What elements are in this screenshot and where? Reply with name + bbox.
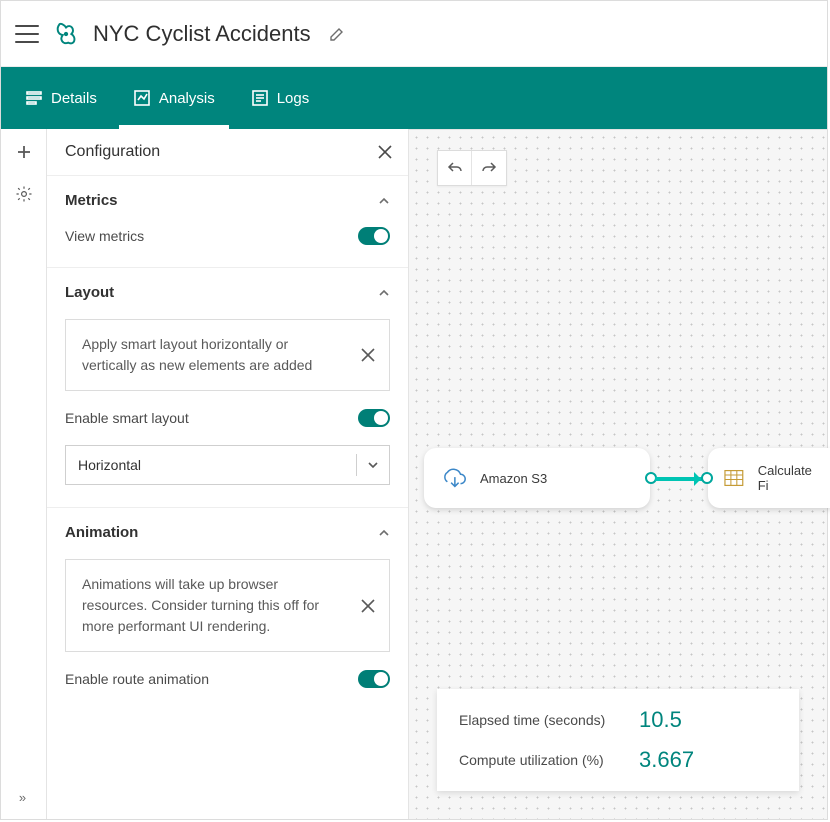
side-rail: » [1, 129, 47, 819]
tab-details-label: Details [51, 90, 97, 107]
connection-edge[interactable] [655, 477, 707, 481]
tab-details[interactable]: Details [11, 67, 111, 129]
chevron-up-icon [378, 287, 390, 299]
view-metrics-label: View metrics [65, 228, 144, 244]
configuration-panel: Configuration Metrics View metrics [47, 129, 409, 819]
tab-logs[interactable]: Logs [237, 67, 324, 129]
node-calculate-label: Calculate Fi [758, 463, 812, 493]
plus-icon [16, 144, 32, 160]
view-metrics-toggle[interactable] [358, 227, 390, 245]
node-amazon-s3-label: Amazon S3 [480, 471, 547, 486]
chevron-up-icon [378, 195, 390, 207]
enable-route-animation-label: Enable route animation [65, 671, 209, 687]
layout-direction-value: Horizontal [78, 457, 141, 473]
layout-section: Layout Apply smart layout horizontally o… [47, 267, 408, 507]
gear-icon [15, 185, 33, 203]
add-button[interactable] [13, 141, 35, 163]
enable-smart-layout-label: Enable smart layout [65, 410, 189, 426]
animation-info-text: Animations will take up browser resource… [82, 576, 319, 634]
undo-button[interactable] [438, 151, 472, 185]
close-icon [378, 145, 392, 159]
metrics-section-header[interactable]: Metrics [47, 176, 408, 223]
animation-section: Animation Animations will take up browse… [47, 507, 408, 710]
close-icon [361, 599, 375, 613]
layout-section-header[interactable]: Layout [47, 268, 408, 315]
redo-icon [481, 160, 497, 176]
menu-icon[interactable] [15, 22, 39, 46]
close-icon [361, 348, 375, 362]
app-logo-icon [53, 21, 79, 47]
tab-logs-label: Logs [277, 90, 310, 107]
metrics-overlay: Elapsed time (seconds) 10.5 Compute util… [437, 689, 799, 791]
compute-utilization-value: 3.667 [639, 747, 694, 773]
table-icon [722, 463, 746, 493]
enable-smart-layout-toggle[interactable] [358, 409, 390, 427]
tab-analysis[interactable]: Analysis [119, 67, 229, 129]
app-header: NYC Cyclist Accidents [1, 1, 827, 67]
tab-bar: Details Analysis Logs [1, 67, 827, 129]
panel-title: Configuration [65, 143, 160, 161]
layout-info-card: Apply smart layout horizontally or verti… [65, 319, 390, 391]
redo-button[interactable] [472, 151, 506, 185]
tab-analysis-label: Analysis [159, 90, 215, 107]
node-calculate[interactable]: Calculate Fi [708, 448, 830, 508]
node-input-port[interactable] [701, 472, 713, 484]
history-controls [437, 150, 507, 186]
node-amazon-s3[interactable]: Amazon S3 [424, 448, 650, 508]
layout-direction-select[interactable]: Horizontal [65, 445, 390, 485]
animation-info-card: Animations will take up browser resource… [65, 559, 390, 652]
close-panel-button[interactable] [378, 145, 392, 159]
cloud-download-icon [438, 463, 468, 493]
collapse-rail-button[interactable]: » [19, 790, 28, 805]
undo-icon [447, 160, 463, 176]
animation-section-header[interactable]: Animation [47, 508, 408, 555]
animation-info-dismiss[interactable] [361, 599, 375, 613]
rename-icon[interactable] [329, 26, 345, 42]
elapsed-time-value: 10.5 [639, 707, 682, 733]
analysis-icon [133, 89, 151, 107]
layout-section-title: Layout [65, 284, 114, 301]
chevron-up-icon [378, 527, 390, 539]
layout-info-text: Apply smart layout horizontally or verti… [82, 336, 312, 373]
animation-section-title: Animation [65, 524, 138, 541]
metrics-section-title: Metrics [65, 192, 118, 209]
layout-info-dismiss[interactable] [361, 348, 375, 362]
compute-utilization-label: Compute utilization (%) [459, 752, 621, 768]
chevron-down-icon [367, 459, 379, 471]
elapsed-time-label: Elapsed time (seconds) [459, 712, 621, 728]
logs-icon [251, 89, 269, 107]
configuration-button[interactable] [13, 183, 35, 205]
workflow-canvas[interactable]: Amazon S3 Calculate Fi Elapsed time (sec… [409, 129, 827, 819]
page-title: NYC Cyclist Accidents [93, 21, 311, 47]
metrics-section: Metrics View metrics [47, 175, 408, 267]
enable-route-animation-toggle[interactable] [358, 670, 390, 688]
details-icon [25, 89, 43, 107]
